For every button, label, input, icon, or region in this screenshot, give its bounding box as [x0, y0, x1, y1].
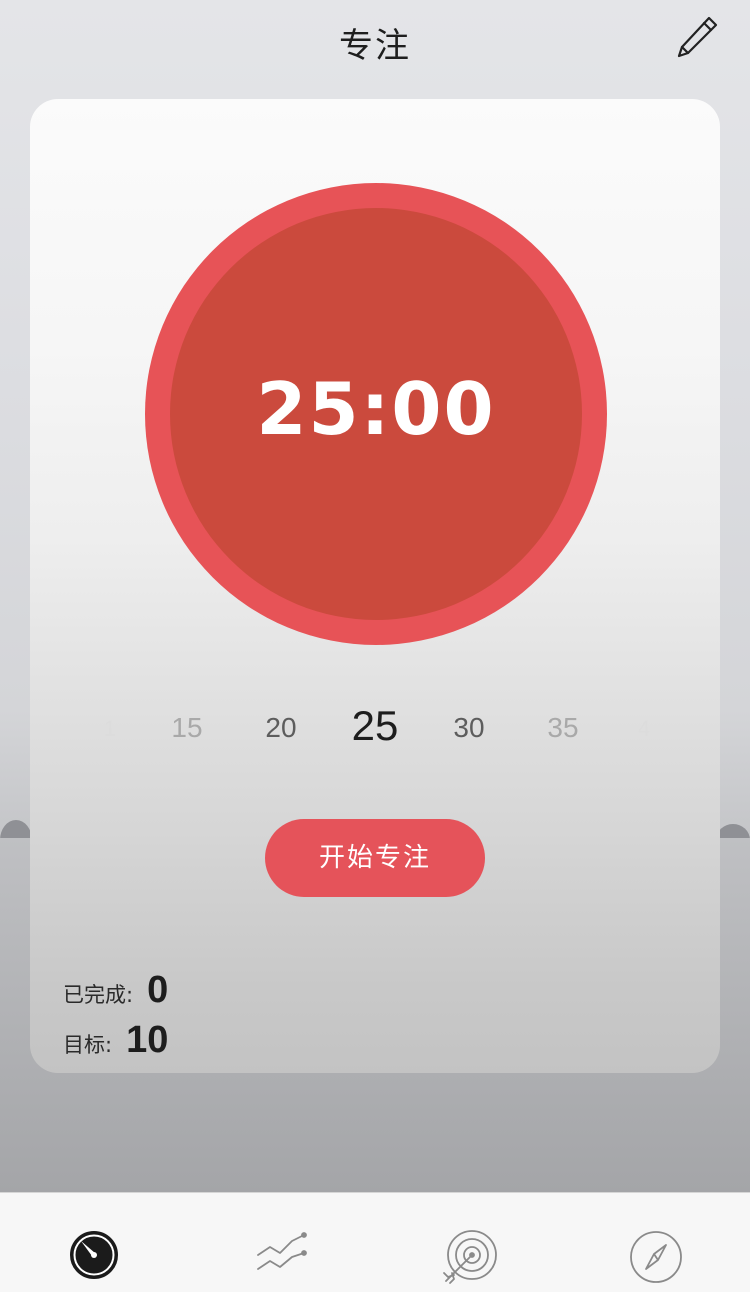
compass-icon: [628, 1229, 684, 1289]
duration-option[interactable]: 4: [604, 716, 684, 742]
duration-option[interactable]: 20: [241, 712, 321, 744]
focus-card: 25:00 1 15 20 25 30 35 4 开始专注 已完成: 0 目标: 1…: [30, 99, 720, 1073]
top-bar: 专注: [0, 0, 750, 82]
duration-option[interactable]: 35: [523, 712, 603, 744]
goal-label: 目标:: [63, 1033, 113, 1057]
pencil-icon: [674, 14, 720, 64]
background-island-left: [0, 820, 32, 840]
duration-option-selected[interactable]: 25: [335, 702, 415, 750]
goal-stat: 目标: 10: [63, 1019, 168, 1069]
tab-statistics[interactable]: [252, 1229, 312, 1289]
completed-stat: 已完成: 0: [63, 969, 168, 1019]
timer-dial[interactable]: 25:00: [145, 183, 607, 645]
stats-panel: 已完成: 0 目标: 10: [63, 969, 168, 1069]
tab-timer[interactable]: [64, 1229, 124, 1289]
target-icon: [440, 1229, 500, 1289]
goal-value: 10: [126, 1019, 169, 1061]
duration-option[interactable]: 15: [147, 712, 227, 744]
tab-bar: [0, 1192, 750, 1292]
timer-display: 25:00: [256, 367, 496, 451]
timer-face: 25:00: [170, 208, 582, 620]
duration-picker[interactable]: 1 15 20 25 30 35 4: [30, 702, 720, 762]
completed-value: 0: [147, 969, 169, 1011]
duration-option[interactable]: 1: [70, 716, 150, 742]
duration-option[interactable]: 30: [429, 712, 509, 744]
trend-chart-icon: [254, 1229, 310, 1285]
edit-button[interactable]: [672, 14, 722, 64]
timer-icon: [68, 1229, 120, 1285]
tab-goals[interactable]: [440, 1229, 500, 1289]
page-title: 专注: [339, 26, 411, 66]
start-focus-button[interactable]: 开始专注: [265, 819, 485, 897]
completed-label: 已完成:: [63, 983, 134, 1007]
tab-discover[interactable]: [626, 1229, 686, 1289]
